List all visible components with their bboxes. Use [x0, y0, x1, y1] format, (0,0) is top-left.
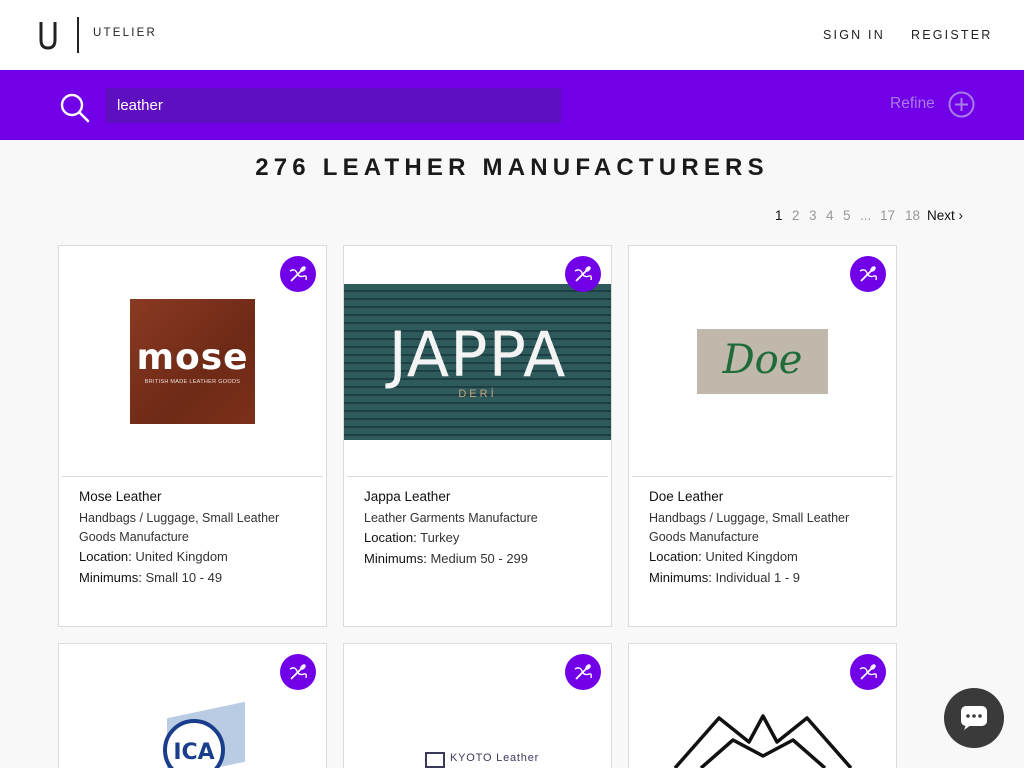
location-value: United Kingdom [135, 549, 228, 564]
location-row: Location: Turkey [364, 530, 459, 545]
needle-thread-icon [289, 664, 307, 680]
mose-logo: mose BRITISH MADE LEATHER GOODS [130, 299, 255, 424]
card-divider [632, 476, 893, 477]
search-icon[interactable] [60, 93, 90, 123]
card-divider [347, 476, 608, 477]
page-link[interactable]: 4 [826, 208, 834, 223]
page-link[interactable]: 5 [843, 208, 851, 223]
minimums-row: Minimums: Small 10 - 49 [79, 570, 222, 585]
plus-circle-icon[interactable] [948, 91, 975, 118]
favorite-button[interactable] [280, 654, 316, 690]
minimums-label: Minimums: [364, 551, 427, 566]
page-link[interactable]: 3 [809, 208, 817, 223]
next-page-link[interactable]: Next › [927, 208, 963, 223]
page-link[interactable]: 2 [792, 208, 800, 223]
manufacturer-category: Handbags / Luggage, Small Leather Goods … [649, 511, 850, 544]
sign-in-link[interactable]: SIGN IN [823, 28, 885, 42]
logo-divider [77, 17, 79, 53]
minimums-row: Minimums: Individual 1 - 9 [649, 570, 800, 585]
jappa-logo: JAPPA DERİ [344, 284, 611, 440]
favorite-button[interactable] [280, 256, 316, 292]
refine-button[interactable]: Refine [890, 95, 935, 113]
needle-thread-icon [574, 664, 592, 680]
results-title: 276 LEATHER MANUFACTURERS [255, 154, 769, 181]
manufacturer-card[interactable]: KYOTO Leather [343, 643, 612, 768]
kyoto-logo-text: KYOTO Leather [450, 752, 540, 764]
needle-thread-icon [859, 266, 877, 282]
minimums-value: Small 10 - 49 [145, 570, 223, 585]
doe-logo: Doe [697, 329, 828, 394]
minimums-label: Minimums: [649, 570, 712, 585]
search-input[interactable] [106, 88, 561, 123]
manufacturer-card[interactable] [628, 643, 897, 768]
location-row: Location: United Kingdom [79, 549, 228, 564]
page-ellipsis: ... [860, 208, 872, 223]
page-1-current[interactable]: 1 [775, 208, 783, 223]
page-link[interactable]: 18 [905, 208, 920, 223]
location-label: Location: [79, 549, 132, 564]
utelier-logo-icon[interactable] [38, 18, 60, 52]
location-value: Turkey [420, 530, 460, 545]
svg-text:ICA: ICA [173, 740, 214, 765]
favorite-button[interactable] [565, 256, 601, 292]
location-label: Location: [364, 530, 417, 545]
minimums-label: Minimums: [79, 570, 142, 585]
manufacturer-name[interactable]: Jappa Leather [364, 489, 450, 504]
location-label: Location: [649, 549, 702, 564]
needle-thread-icon [289, 266, 307, 282]
manufacturer-card[interactable]: mose BRITISH MADE LEATHER GOODS Mose Lea… [58, 245, 327, 627]
manufacturer-card[interactable]: Doe Doe Leather Handbags / Luggage, Smal… [628, 245, 897, 627]
needle-thread-icon [574, 266, 592, 282]
manufacturer-card[interactable]: ICA [58, 643, 327, 768]
brand-name[interactable]: UTELIER [93, 27, 157, 39]
card-divider [62, 476, 323, 477]
page-link[interactable]: 17 [880, 208, 895, 223]
location-value: United Kingdom [705, 549, 798, 564]
favorite-button[interactable] [565, 654, 601, 690]
register-link[interactable]: REGISTER [911, 28, 993, 42]
minimums-row: Minimums: Medium 50 - 299 [364, 551, 528, 566]
site-header: UTELIER SIGN IN REGISTER [0, 0, 1024, 70]
chat-icon [961, 706, 987, 730]
needle-thread-icon [859, 664, 877, 680]
manufacturer-category: Handbags / Luggage, Small Leather Goods … [79, 511, 280, 544]
manufacturer-card[interactable]: JAPPA DERİ Jappa Leather Leather Garment… [343, 245, 612, 627]
location-row: Location: United Kingdom [649, 549, 798, 564]
mountains-icon [673, 714, 853, 768]
kyoto-logo-mark [425, 752, 445, 768]
minimums-value: Medium 50 - 299 [430, 551, 529, 566]
minimums-value: Individual 1 - 9 [715, 570, 801, 585]
chat-button[interactable] [944, 688, 1004, 748]
manufacturer-category: Leather Garments Manufacture [364, 511, 538, 525]
ica-logo: ICA [163, 719, 225, 768]
manufacturer-name[interactable]: Mose Leather [79, 489, 162, 504]
favorite-button[interactable] [850, 654, 886, 690]
manufacturer-name[interactable]: Doe Leather [649, 489, 723, 504]
favorite-button[interactable] [850, 256, 886, 292]
